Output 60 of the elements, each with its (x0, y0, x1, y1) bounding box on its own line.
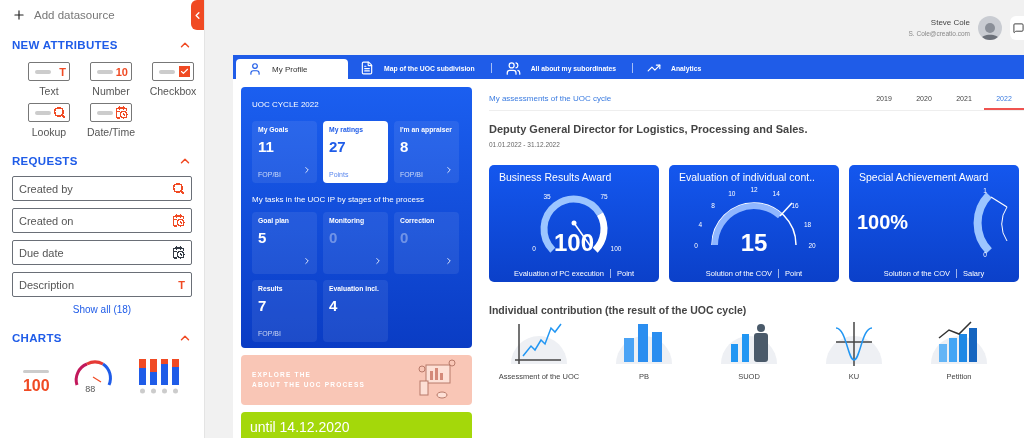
side-gauge-drawing (973, 192, 1008, 254)
task-value: 0 (329, 229, 339, 246)
panel-title: UOC CYCLE 2022 (252, 100, 320, 109)
gauge-title: Business Results Award (498, 171, 612, 183)
task-value: 4 (329, 297, 339, 314)
request-field[interactable]: Created on (12, 208, 192, 233)
add-datasource-button[interactable]: Add datasource (12, 6, 115, 24)
gauge-value: 15 (740, 229, 768, 256)
attribute-button[interactable]: 10 Number (80, 62, 142, 97)
task-value: 5 (258, 229, 268, 246)
chat-button[interactable] (1010, 15, 1024, 40)
attribute-button[interactable]: Date/Time (80, 103, 142, 138)
gauge-value: 100% (857, 211, 909, 233)
field-label: Due date (19, 246, 64, 259)
gauge-value: 100 (554, 229, 594, 256)
show-all-link[interactable]: Show all (18) (72, 304, 132, 315)
section-title: REQUESTS (12, 155, 78, 167)
attribute-button[interactable]: Checkbox (142, 62, 204, 97)
type-glyph: 10 (115, 65, 128, 78)
request-field[interactable]: Created by (12, 176, 192, 201)
collapse-panel-button[interactable] (191, 0, 204, 30)
plus-icon (12, 8, 26, 22)
task-value: 0 (400, 229, 410, 246)
stacked-bar-chart-icon (137, 357, 182, 395)
deadline-text: until 14.12.2020 (250, 419, 350, 435)
type-glyph: T (59, 65, 66, 78)
type-glyph: T (178, 278, 185, 291)
section-title: CHARTS (12, 332, 62, 344)
field-label: Description (19, 278, 75, 291)
gauge-title: Special Achievement Award (858, 171, 989, 183)
gauge-value: 88 (85, 384, 96, 394)
metric-value: 100 (22, 377, 50, 395)
gauge-title: Evaluation of individual cont.. (678, 171, 815, 183)
tab[interactable]: My Profile (236, 59, 348, 79)
avatar-icon[interactable] (978, 15, 1002, 40)
user-icon (248, 62, 262, 76)
stat-value: 27 (329, 138, 347, 155)
chevron-right-icon (302, 165, 312, 175)
section-title: NEW ATTRIBUTES (12, 39, 118, 51)
request-field[interactable]: Due date (12, 240, 192, 265)
field-label: Created by (19, 182, 73, 195)
task-value: 7 (258, 297, 268, 314)
tasks-title: My tasks in the UOC IP by stages of the process (252, 195, 425, 204)
checkbox-icon (179, 66, 190, 77)
attribute-button[interactable]: T Text (18, 62, 80, 97)
user-name: Steve Cole (930, 18, 970, 27)
field-label: Created on (19, 214, 74, 227)
request-field[interactable]: Description T (12, 272, 192, 297)
dial-gauge-drawing (540, 195, 608, 253)
calendar-clock-icon (115, 106, 128, 119)
line-icon (23, 370, 50, 373)
stat-value: 11 (258, 138, 275, 155)
users-icon (505, 60, 521, 76)
attribute-button[interactable]: Lookup (18, 103, 80, 138)
position-title: Deputy General Director for Logistics, Processing and Sales. (489, 123, 809, 135)
search-icon (53, 106, 66, 119)
stat-value: 8 (400, 138, 410, 155)
chevron-right-icon (444, 165, 454, 175)
document-icon (360, 61, 374, 75)
contribution-title: Individual contribution (the result of the UOC cycle) (489, 304, 748, 316)
